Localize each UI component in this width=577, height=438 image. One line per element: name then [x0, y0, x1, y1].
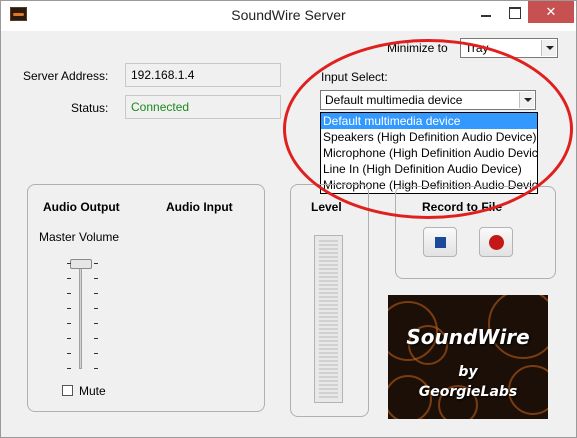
level-segment	[319, 332, 338, 334]
mute-label: Mute	[79, 384, 106, 398]
soundwire-window: SoundWire Server ✕ Minimize to Tray Serv…	[0, 0, 577, 438]
logo-by: by	[458, 364, 478, 380]
logo-title: SoundWire	[406, 325, 530, 349]
server-address-field: 192.168.1.4	[125, 63, 281, 87]
level-segment	[319, 296, 338, 298]
master-volume-label: Master Volume	[39, 230, 120, 244]
level-segment	[319, 284, 338, 286]
level-segment	[319, 336, 338, 338]
level-segment	[319, 304, 338, 306]
logo-company: GeorgieLabs	[418, 384, 518, 400]
title-bar[interactable]: SoundWire Server ✕	[1, 1, 576, 31]
level-label: Level	[311, 200, 342, 214]
level-segment	[319, 256, 338, 258]
level-segment	[319, 372, 338, 374]
level-segment	[319, 276, 338, 278]
slider-tick	[67, 308, 71, 309]
status-label: Status:	[71, 101, 109, 115]
slider-tick	[94, 308, 98, 309]
level-segment	[319, 240, 338, 242]
slider-tick	[94, 368, 98, 369]
slider-tick	[67, 293, 71, 294]
level-segment	[319, 268, 338, 270]
level-segment	[319, 244, 338, 246]
level-segment	[319, 280, 338, 282]
record-button[interactable]	[479, 227, 513, 257]
slider-tick	[67, 338, 71, 339]
level-segment	[319, 260, 338, 262]
slider-tick	[67, 368, 71, 369]
level-segment	[319, 300, 338, 302]
server-address-label: Server Address:	[23, 69, 109, 83]
level-segment	[319, 288, 338, 290]
audio-input-tab[interactable]: Audio Input	[166, 200, 233, 214]
slider-tick	[67, 323, 71, 324]
slider-tick	[94, 278, 98, 279]
level-segment	[319, 324, 338, 326]
level-segment	[319, 360, 338, 362]
slider-tick	[67, 263, 71, 264]
level-segment	[319, 368, 338, 370]
close-window-button[interactable]: ✕	[528, 1, 574, 23]
level-segment	[319, 328, 338, 330]
level-segment	[319, 320, 338, 322]
red-annotation-ellipse	[283, 39, 573, 219]
stop-icon	[435, 237, 446, 248]
mute-checkbox[interactable]	[62, 385, 73, 396]
volume-slider-track[interactable]	[79, 259, 82, 369]
level-segment	[319, 356, 338, 358]
volume-slider-thumb[interactable]	[70, 259, 92, 269]
maximize-window-button[interactable]	[500, 1, 528, 23]
level-segment	[319, 392, 338, 394]
slider-tick	[94, 293, 98, 294]
slider-tick	[67, 353, 71, 354]
audio-group	[27, 184, 265, 412]
stop-button[interactable]	[423, 227, 457, 257]
minimize-window-button[interactable]	[472, 1, 500, 23]
level-segment	[319, 272, 338, 274]
slider-tick	[94, 323, 98, 324]
level-segment	[319, 376, 338, 378]
soundwire-logo: SoundWire by GeorgieLabs	[388, 295, 548, 419]
status-field: Connected	[125, 95, 281, 119]
level-segment	[319, 384, 338, 386]
level-segment	[319, 292, 338, 294]
level-segment	[319, 312, 338, 314]
level-segment	[319, 396, 338, 398]
level-segment	[319, 264, 338, 266]
level-segment	[319, 316, 338, 318]
level-segment	[319, 348, 338, 350]
level-segment	[319, 380, 338, 382]
audio-output-tab[interactable]: Audio Output	[43, 200, 120, 214]
level-segment	[319, 344, 338, 346]
level-segment	[319, 340, 338, 342]
level-segment	[319, 252, 338, 254]
level-segment	[319, 308, 338, 310]
level-segment	[319, 364, 338, 366]
slider-tick	[94, 263, 98, 264]
level-meter	[314, 235, 343, 403]
slider-tick	[94, 338, 98, 339]
level-segment	[319, 388, 338, 390]
record-icon	[489, 235, 504, 250]
slider-tick	[94, 353, 98, 354]
slider-tick	[67, 278, 71, 279]
level-segment	[319, 352, 338, 354]
chevron-down-icon[interactable]	[541, 40, 556, 56]
level-segment	[319, 248, 338, 250]
